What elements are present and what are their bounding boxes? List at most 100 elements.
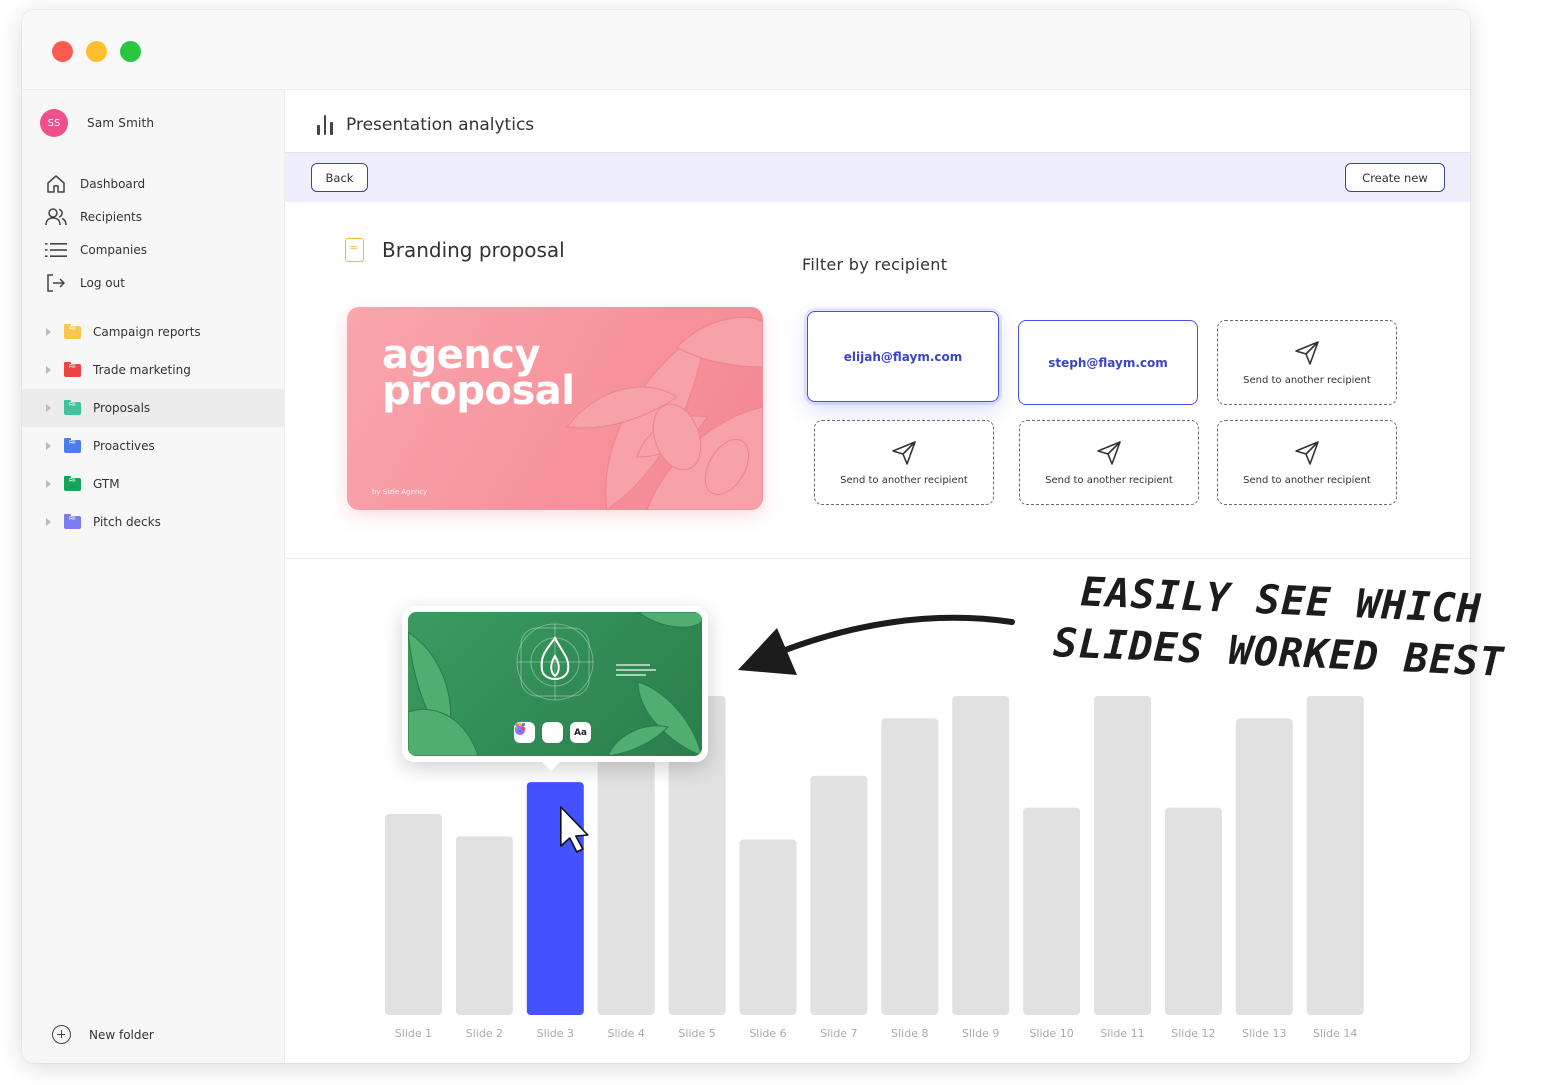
send-to-recipient-card[interactable]: Send to another recipient bbox=[1217, 420, 1397, 505]
nav-label: Dashboard bbox=[80, 176, 146, 191]
document-title: Branding proposal bbox=[345, 238, 565, 262]
back-button[interactable]: Back bbox=[311, 163, 368, 192]
folder-label: Proposals bbox=[93, 401, 151, 415]
folder-item[interactable]: Trade marketing bbox=[22, 351, 284, 389]
send-to-recipient-card[interactable]: Send to another recipient bbox=[1217, 320, 1397, 405]
chart-bar[interactable] bbox=[526, 782, 584, 1015]
chart-bar[interactable] bbox=[1235, 718, 1293, 1015]
list-icon bbox=[44, 238, 68, 262]
send-icon bbox=[1295, 340, 1319, 365]
slide-preview-tooltip: Aa bbox=[402, 606, 708, 771]
plus-circle-icon bbox=[52, 1025, 71, 1044]
user-profile[interactable]: SS Sam Smith bbox=[40, 109, 154, 137]
recipient-label: Send to another recipient bbox=[1045, 474, 1173, 486]
thumbnail-byline: by Sizle Agency bbox=[372, 488, 428, 496]
close-window-button[interactable] bbox=[52, 41, 73, 62]
x-tick-label: Slide 5 bbox=[678, 1027, 715, 1040]
chevron-right-icon[interactable] bbox=[46, 404, 51, 412]
x-tick-label: Slide 1 bbox=[395, 1027, 432, 1040]
nav-item-companies[interactable]: Companies bbox=[44, 233, 147, 266]
chart-bar[interactable] bbox=[952, 696, 1010, 1015]
chart-bar[interactable] bbox=[1306, 696, 1364, 1015]
home-icon bbox=[44, 172, 68, 196]
folder-icon bbox=[64, 475, 81, 491]
document-title-text: Branding proposal bbox=[382, 238, 565, 262]
folder-label: Trade marketing bbox=[93, 363, 191, 377]
slide-preview-image: Aa bbox=[408, 612, 702, 756]
avatar: SS bbox=[40, 109, 68, 137]
filter-heading: Filter by recipient bbox=[802, 255, 948, 274]
section-divider bbox=[285, 558, 1470, 559]
nav-item-recipients[interactable]: Recipients bbox=[44, 200, 147, 233]
folder-item[interactable]: Pitch decks bbox=[22, 503, 284, 541]
palette-icon bbox=[514, 722, 563, 743]
chart-bar[interactable] bbox=[1164, 807, 1222, 1015]
page-title: Presentation analytics bbox=[346, 115, 535, 135]
chart-bar[interactable] bbox=[810, 775, 868, 1015]
toolbar: Back Create new bbox=[285, 152, 1470, 202]
folder-label: Campaign reports bbox=[93, 325, 201, 339]
recipient-card[interactable]: steph@flaym.com bbox=[1018, 320, 1198, 405]
chevron-right-icon[interactable] bbox=[46, 442, 51, 450]
x-tick-label: Slide 2 bbox=[466, 1027, 503, 1040]
x-tick-label: Slide 6 bbox=[749, 1027, 786, 1040]
recipient-label: Send to another recipient bbox=[840, 474, 968, 486]
x-tick-label: Slide 12 bbox=[1171, 1027, 1215, 1040]
chart-bar[interactable] bbox=[739, 839, 797, 1015]
x-tick-label: Slide 11 bbox=[1100, 1027, 1144, 1040]
folder-icon bbox=[64, 437, 81, 453]
bar-chart-icon bbox=[315, 115, 335, 135]
presentation-thumbnail[interactable]: agency proposal by Sizle Agency bbox=[347, 307, 763, 510]
folder-item[interactable]: Proposals bbox=[22, 389, 284, 427]
send-to-recipient-card[interactable]: Send to another recipient bbox=[814, 420, 994, 505]
recipient-label: elijah@flaym.com bbox=[843, 349, 963, 364]
folder-icon bbox=[64, 399, 81, 415]
send-icon bbox=[1097, 440, 1121, 465]
chart-bar[interactable] bbox=[455, 836, 513, 1015]
chart-bar[interactable] bbox=[1023, 807, 1081, 1015]
x-tick-label: Slide 3 bbox=[537, 1027, 574, 1040]
x-tick-label: Slide 14 bbox=[1313, 1027, 1357, 1040]
chevron-right-icon[interactable] bbox=[46, 518, 51, 526]
minimize-window-button[interactable] bbox=[86, 41, 107, 62]
folder-item[interactable]: GTM bbox=[22, 465, 284, 503]
chart-bar[interactable] bbox=[1094, 696, 1151, 1015]
nav-item-dashboard[interactable]: Dashboard bbox=[44, 167, 147, 200]
folder-item[interactable]: Proactives bbox=[22, 427, 284, 465]
chart-bar[interactable] bbox=[385, 814, 442, 1015]
logout-icon bbox=[44, 271, 68, 295]
nav-label: Log out bbox=[80, 275, 125, 290]
maximize-window-button[interactable] bbox=[120, 41, 141, 62]
main-nav: Dashboard Recipients Companies Log out bbox=[44, 167, 147, 299]
chevron-right-icon[interactable] bbox=[46, 366, 51, 374]
x-tick-label: Slide 13 bbox=[1242, 1027, 1286, 1040]
preview-tiles: Aa bbox=[514, 722, 591, 743]
x-tick-label: Slide 7 bbox=[820, 1027, 857, 1040]
chevron-right-icon[interactable] bbox=[46, 480, 51, 488]
nav-item-logout[interactable]: Log out bbox=[44, 266, 147, 299]
page-header: Presentation analytics bbox=[315, 115, 534, 135]
recipient-card[interactable]: elijah@flaym.com bbox=[807, 311, 999, 402]
app-window: SS Sam Smith Dashboard Recipients Compan… bbox=[22, 10, 1470, 1063]
recipient-label: Send to another recipient bbox=[1243, 374, 1371, 386]
new-folder-button[interactable]: New folder bbox=[52, 1025, 154, 1044]
folder-item[interactable]: Campaign reports bbox=[22, 313, 284, 351]
x-tick-label: Slide 10 bbox=[1029, 1027, 1073, 1040]
title-bar bbox=[22, 10, 1470, 90]
nav-label: Recipients bbox=[80, 209, 143, 224]
x-tick-label: Slide 8 bbox=[891, 1027, 928, 1040]
folder-icon bbox=[64, 323, 81, 339]
x-tick-label: Slide 4 bbox=[608, 1027, 645, 1040]
create-new-button[interactable]: Create new bbox=[1345, 163, 1445, 192]
send-icon bbox=[892, 440, 916, 465]
chart-bar[interactable] bbox=[881, 718, 939, 1015]
sidebar: SS Sam Smith Dashboard Recipients Compan… bbox=[22, 90, 285, 1063]
users-icon bbox=[44, 205, 68, 229]
send-icon bbox=[1295, 440, 1319, 465]
folder-label: Pitch decks bbox=[93, 515, 161, 529]
chevron-right-icon[interactable] bbox=[46, 328, 51, 336]
send-to-recipient-card[interactable]: Send to another recipient bbox=[1019, 420, 1199, 505]
x-tick-label: Slide 9 bbox=[962, 1027, 999, 1040]
nav-label: Companies bbox=[80, 242, 147, 257]
recipient-label: Send to another recipient bbox=[1243, 474, 1371, 486]
